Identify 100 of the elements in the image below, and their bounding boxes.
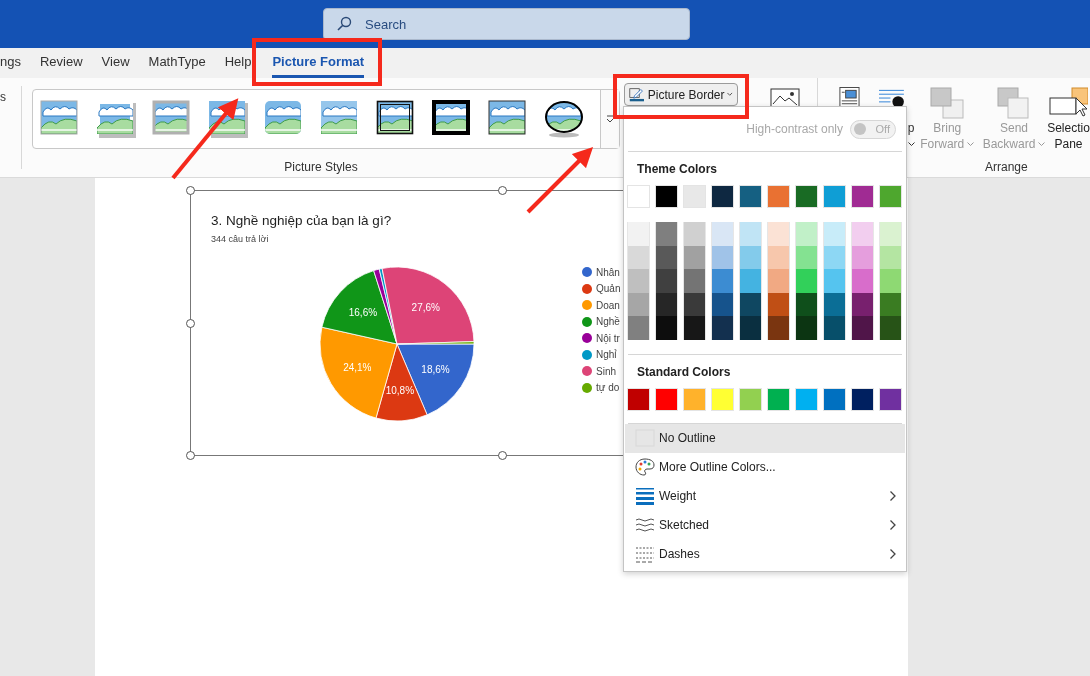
color-swatch[interactable]	[655, 316, 678, 340]
color-swatch[interactable]	[823, 185, 846, 208]
color-swatch[interactable]	[795, 269, 818, 293]
color-swatch[interactable]	[851, 245, 874, 270]
ribbon-tab[interactable]: View	[101, 54, 130, 78]
ribbon-tab[interactable]: Help	[224, 54, 252, 78]
resize-handle[interactable]	[186, 319, 195, 328]
menu-item[interactable]: No Outline	[625, 423, 905, 453]
color-swatch[interactable]	[711, 185, 734, 208]
color-swatch[interactable]	[627, 292, 650, 317]
color-swatch[interactable]	[767, 316, 790, 340]
color-swatch[interactable]	[879, 316, 902, 340]
color-swatch[interactable]	[879, 245, 902, 270]
color-swatch[interactable]	[711, 292, 734, 317]
color-swatch[interactable]	[683, 292, 706, 317]
color-swatch[interactable]	[767, 387, 790, 411]
color-swatch[interactable]	[683, 222, 706, 246]
response-count: 344 câu trả lời	[211, 234, 270, 244]
color-swatch[interactable]	[795, 316, 818, 340]
arrange-button[interactable]: Selectio Pane	[1046, 86, 1090, 152]
color-swatch[interactable]	[655, 185, 678, 208]
color-swatch[interactable]	[795, 222, 818, 246]
color-swatch[interactable]	[627, 222, 650, 246]
resize-handle[interactable]	[186, 451, 195, 460]
color-swatch[interactable]	[683, 316, 706, 340]
color-swatch[interactable]	[739, 387, 762, 411]
color-swatch[interactable]	[823, 222, 846, 246]
legend-label: tự do	[596, 382, 620, 393]
color-swatch[interactable]	[795, 387, 818, 411]
menu-item[interactable]: Weight	[625, 481, 905, 511]
color-swatch[interactable]	[879, 222, 902, 246]
color-swatch[interactable]	[711, 316, 734, 340]
color-swatch[interactable]	[711, 222, 734, 246]
color-swatch[interactable]	[655, 387, 678, 411]
color-swatch[interactable]	[851, 269, 874, 293]
color-swatch[interactable]	[683, 269, 706, 293]
color-swatch[interactable]	[739, 316, 762, 340]
color-swatch[interactable]	[711, 269, 734, 293]
menu-item[interactable]: Dashes	[625, 539, 905, 569]
color-swatch[interactable]	[851, 222, 874, 246]
color-swatch[interactable]	[823, 269, 846, 293]
resize-handle[interactable]	[498, 451, 507, 460]
ribbon-label: p	[907, 120, 915, 136]
color-swatch[interactable]	[655, 245, 678, 270]
color-swatch[interactable]	[627, 245, 650, 270]
color-swatch[interactable]	[711, 245, 734, 270]
ribbon-tab[interactable]: Review	[39, 54, 83, 78]
pen-icon	[629, 85, 645, 104]
resize-handle[interactable]	[186, 186, 195, 195]
color-swatch[interactable]	[795, 292, 818, 317]
color-swatch[interactable]	[795, 185, 818, 208]
color-swatch[interactable]	[851, 316, 874, 340]
color-swatch[interactable]	[823, 316, 846, 340]
toggle-label: High-contrast only	[746, 122, 843, 136]
color-swatch[interactable]	[627, 185, 650, 208]
color-swatch[interactable]	[879, 269, 902, 293]
color-swatch[interactable]	[823, 387, 846, 411]
color-swatch[interactable]	[739, 185, 762, 208]
color-swatch[interactable]	[627, 269, 650, 293]
color-swatch[interactable]	[767, 292, 790, 317]
color-swatch[interactable]	[851, 185, 874, 208]
menu-item[interactable]: Sketched	[625, 510, 905, 540]
search-field[interactable]: Search	[323, 8, 690, 40]
color-swatch[interactable]	[655, 292, 678, 317]
color-swatch[interactable]	[767, 269, 790, 293]
color-swatch[interactable]	[739, 292, 762, 317]
picture-style-option[interactable]	[544, 100, 584, 138]
color-swatch[interactable]	[739, 222, 762, 246]
color-swatch[interactable]	[739, 245, 762, 270]
color-swatch[interactable]	[683, 245, 706, 270]
color-swatch[interactable]	[767, 245, 790, 270]
color-swatch[interactable]	[683, 387, 706, 411]
color-swatch[interactable]	[627, 387, 650, 411]
dashed-line-icon	[635, 545, 655, 564]
color-swatch[interactable]	[655, 269, 678, 293]
color-swatch[interactable]	[711, 387, 734, 411]
legend-label: Doan	[596, 299, 620, 311]
ribbon-tab[interactable]: ngs	[0, 54, 21, 78]
ribbon-tab[interactable]: MathType	[148, 54, 206, 78]
annotation-arrow	[526, 146, 594, 214]
color-swatch[interactable]	[767, 185, 790, 208]
color-swatch[interactable]	[683, 185, 706, 208]
color-swatch[interactable]	[655, 222, 678, 246]
color-swatch[interactable]	[879, 292, 902, 317]
picture-border-button[interactable]: Picture Border	[624, 83, 738, 106]
legend-label: Nội tr	[596, 332, 620, 344]
color-swatch[interactable]	[627, 316, 650, 340]
picture-style-option[interactable]	[432, 100, 472, 138]
color-swatch[interactable]	[795, 245, 818, 270]
color-swatch[interactable]	[823, 292, 846, 317]
color-swatch[interactable]	[851, 292, 874, 317]
color-swatch[interactable]	[767, 222, 790, 246]
color-swatch[interactable]	[739, 269, 762, 293]
color-swatch[interactable]	[879, 387, 902, 411]
color-swatch[interactable]	[823, 245, 846, 270]
resize-handle[interactable]	[498, 186, 507, 195]
slice-value-label: 24,1%	[343, 362, 372, 374]
group-label: Arrange	[985, 160, 1028, 176]
color-swatch[interactable]	[851, 387, 874, 411]
color-swatch[interactable]	[879, 185, 902, 208]
